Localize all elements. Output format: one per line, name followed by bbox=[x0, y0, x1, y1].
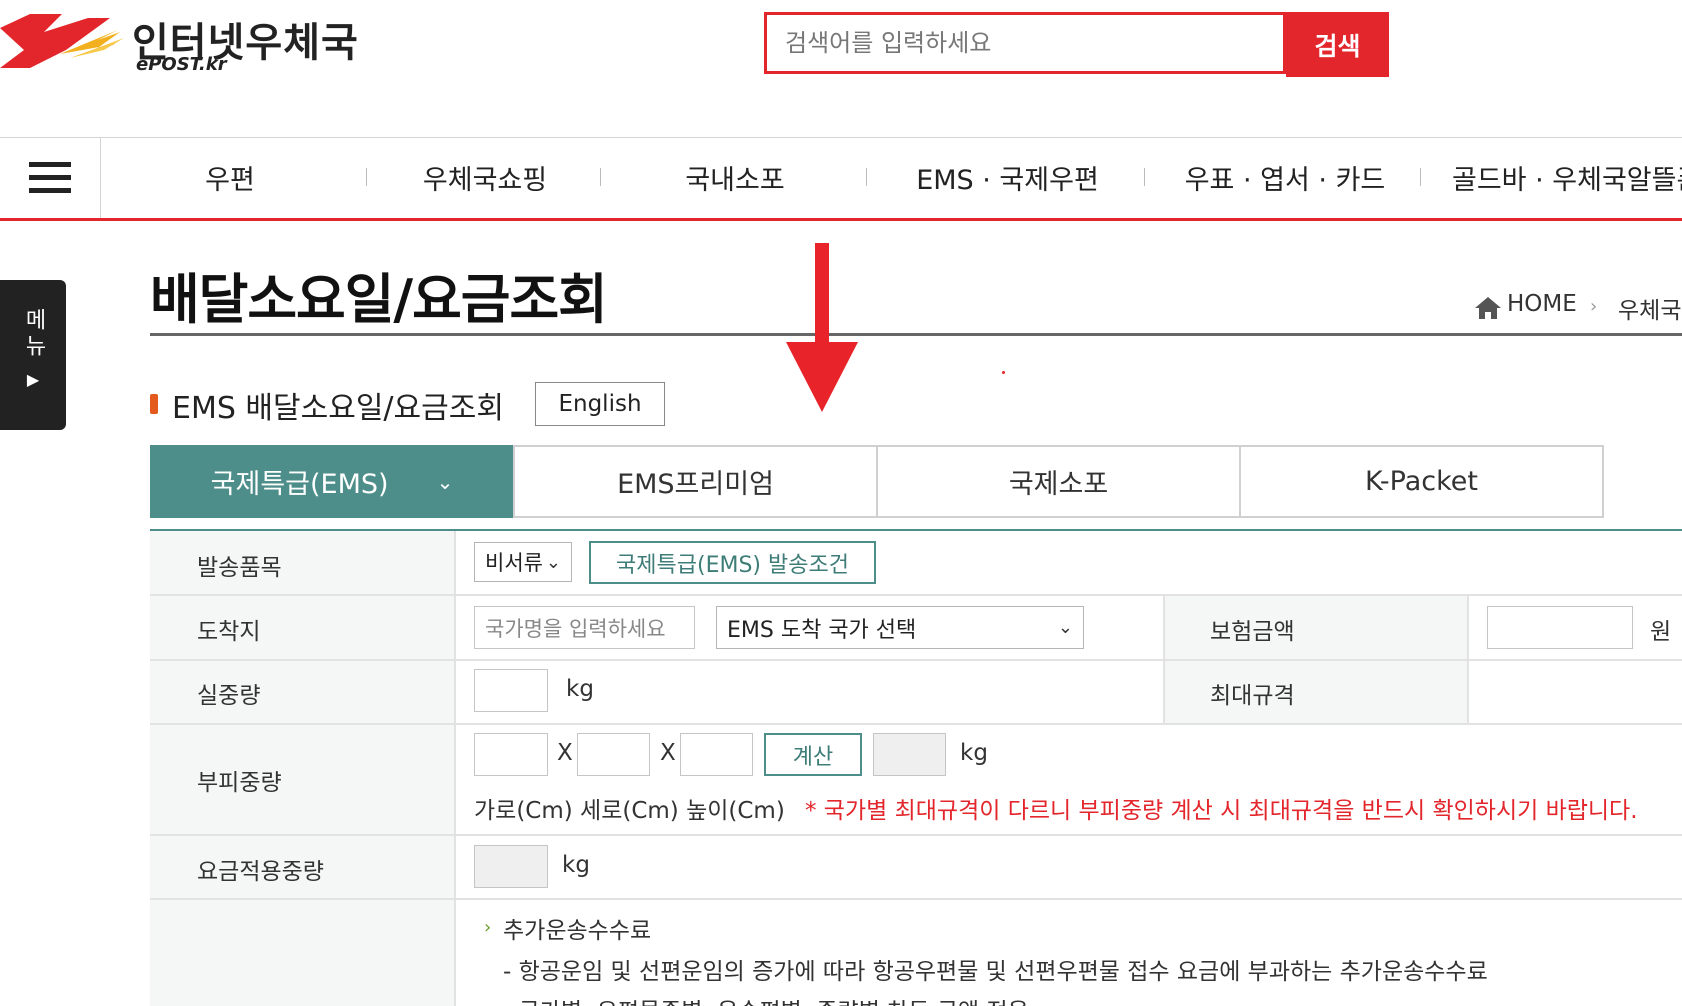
destination-country-select[interactable]: EMS 도착 국가 선택 ⌄ bbox=[716, 606, 1084, 649]
nav-item-goldbar[interactable]: 골드바 · 우체국알뜰폰 bbox=[1452, 137, 1682, 218]
side-menu-label: 메뉴 bbox=[21, 308, 46, 360]
dimensions-caption: 가로(Cm) 세로(Cm) 높이(Cm) bbox=[474, 798, 785, 824]
english-button[interactable]: English bbox=[535, 382, 665, 426]
applied-weight-unit: kg bbox=[562, 852, 590, 878]
row-divider bbox=[150, 659, 1682, 661]
country-search-input[interactable]: 국가명을 입력하세요 bbox=[474, 606, 695, 649]
tab-intl-parcel[interactable]: 국제소포 bbox=[876, 445, 1241, 518]
applied-weight-output bbox=[474, 845, 548, 888]
breadcrumb-chevron-icon: › bbox=[1590, 296, 1598, 317]
destination-select-value: EMS 도착 국가 선택 bbox=[727, 617, 917, 643]
insurance-unit: 원 bbox=[1650, 619, 1672, 645]
subtitle-bullet-icon bbox=[150, 394, 158, 414]
length-input[interactable] bbox=[577, 733, 650, 776]
actual-weight-unit: kg bbox=[566, 676, 594, 702]
row-divider bbox=[150, 594, 1682, 596]
table-header-column bbox=[150, 531, 455, 1006]
calculate-button[interactable]: 계산 bbox=[764, 733, 862, 776]
tab-ems-label: 국제특급(EMS) bbox=[210, 469, 389, 500]
surcharge-line-2: - 국가별, 우편물종별, 운송편별, 중량별 차등 금액 적용 bbox=[503, 992, 1029, 1006]
search-button[interactable]: 검색 bbox=[1286, 12, 1389, 77]
tab-ems-premium[interactable]: EMS프리미엄 bbox=[513, 445, 878, 518]
applied-weight-label: 요금적용중량 bbox=[197, 859, 324, 885]
annotation-arrow-down-icon bbox=[786, 342, 858, 412]
item-select-value: 비서류 bbox=[485, 551, 543, 575]
max-size-label: 최대규격 bbox=[1210, 683, 1295, 709]
breadcrumb-current[interactable]: 우체국 bbox=[1618, 291, 1681, 325]
nav-item-stamps[interactable]: 우표 · 엽서 · 카드 bbox=[1180, 137, 1390, 218]
chevron-down-icon: ⌄ bbox=[436, 469, 454, 494]
title-divider bbox=[150, 333, 1682, 336]
actual-weight-label: 실중량 bbox=[197, 683, 261, 709]
chevron-right-icon: ▶ bbox=[26, 370, 40, 389]
search-input[interactable] bbox=[767, 15, 1283, 71]
breadcrumb-home[interactable]: HOME bbox=[1507, 291, 1577, 317]
item-label: 발송품목 bbox=[197, 555, 282, 581]
annotation-arrow-shaft bbox=[815, 243, 829, 353]
red-dot bbox=[1002, 371, 1005, 374]
search-box bbox=[764, 12, 1286, 74]
x-separator: X bbox=[660, 740, 676, 766]
page-title: 배달소요일/요금조회 bbox=[150, 268, 608, 331]
nav-item-post[interactable]: 우편 bbox=[160, 137, 300, 218]
insurance-amount-input[interactable] bbox=[1487, 606, 1633, 649]
width-input[interactable] bbox=[474, 733, 548, 776]
volume-weight-label: 부피중량 bbox=[197, 770, 282, 796]
volume-weight-unit: kg bbox=[960, 740, 988, 766]
tab-k-packet[interactable]: K-Packet bbox=[1239, 445, 1604, 518]
row-divider bbox=[150, 723, 1682, 725]
row-divider bbox=[150, 834, 1682, 836]
hamburger-menu-icon[interactable] bbox=[0, 137, 101, 218]
height-input[interactable] bbox=[680, 733, 753, 776]
destination-label: 도착지 bbox=[197, 619, 261, 645]
logo-subtext: ePOST.kr bbox=[136, 54, 227, 75]
insurance-label: 보험금액 bbox=[1210, 619, 1295, 645]
nav-separator bbox=[1420, 168, 1421, 186]
chevron-down-icon: ⌄ bbox=[1057, 617, 1073, 638]
nav-item-shopping[interactable]: 우체국쇼핑 bbox=[400, 137, 570, 218]
nav-separator bbox=[366, 168, 367, 186]
nav-separator bbox=[866, 168, 867, 186]
surcharge-title: 추가운송수수료 bbox=[503, 918, 652, 944]
epost-logo-mark[interactable] bbox=[0, 10, 128, 72]
surcharge-line-1: - 항공운임 및 선편운임의 증가에 따라 항공우편물 및 선편우편물 접수 요… bbox=[503, 959, 1488, 985]
nav-item-domestic-parcel[interactable]: 국내소포 bbox=[665, 137, 805, 218]
nav-separator bbox=[1144, 168, 1145, 186]
max-size-warning: * 국가별 최대규격이 다르니 부피중량 계산 시 최대규격을 반드시 확인하시… bbox=[805, 798, 1638, 824]
x-separator: X bbox=[557, 740, 573, 766]
side-menu-tab[interactable]: 메뉴 ▶ bbox=[0, 280, 66, 430]
section-subtitle: EMS 배달소요일/요금조회 bbox=[172, 391, 504, 426]
ems-conditions-button[interactable]: 국제특급(EMS) 발송조건 bbox=[589, 541, 876, 584]
tab-ems[interactable]: 국제특급(EMS) ⌄ bbox=[150, 445, 514, 518]
nav-separator bbox=[600, 168, 601, 186]
volume-weight-output bbox=[873, 733, 946, 776]
column-divider bbox=[454, 531, 456, 1006]
chevron-down-icon: ⌄ bbox=[545, 551, 561, 573]
home-icon bbox=[1475, 297, 1501, 319]
item-select[interactable]: 비서류 ⌄ bbox=[474, 542, 572, 582]
nav-item-ems[interactable]: EMS · 국제우편 bbox=[905, 137, 1110, 218]
row-divider bbox=[150, 898, 1682, 900]
actual-weight-input[interactable] bbox=[474, 669, 548, 712]
bullet-chevron-icon: › bbox=[484, 917, 492, 938]
table-top-border bbox=[150, 529, 1682, 531]
